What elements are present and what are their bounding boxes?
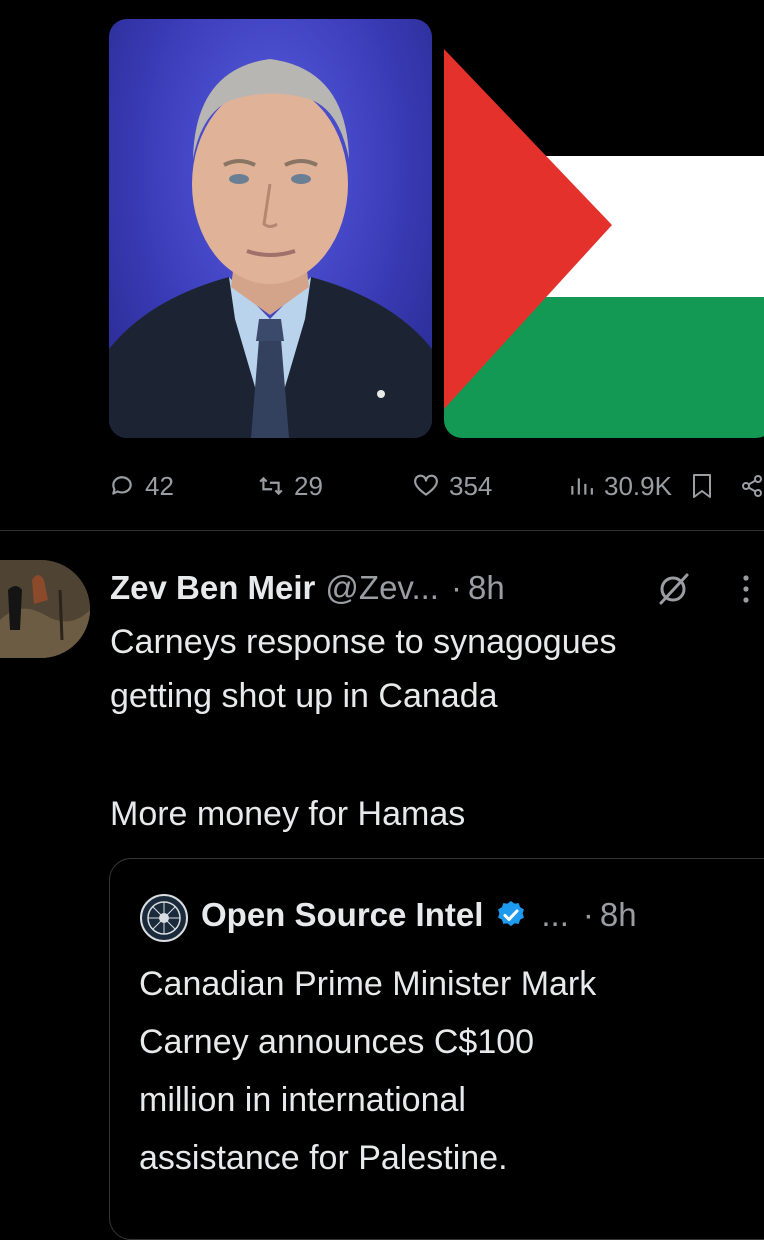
- share-icon: [742, 475, 762, 497]
- reply-count: 42: [145, 470, 174, 501]
- quoted-author-name[interactable]: Open Source Intel: [201, 896, 483, 934]
- repost-action[interactable]: 29: [258, 466, 323, 506]
- quoted-text-line: assistance for Palestine.: [139, 1139, 508, 1177]
- portrait-illustration: [109, 59, 432, 438]
- repost-icon: [259, 476, 283, 496]
- grok-icon: [659, 573, 689, 605]
- reply-text-line: Carneys response to synagogues: [110, 623, 617, 661]
- reply-text-line: getting shot up in Canada: [110, 677, 498, 715]
- media-image-portrait[interactable]: [109, 19, 432, 438]
- more-options-button[interactable]: [738, 572, 754, 606]
- like-icon: [414, 474, 438, 496]
- quoted-avatar[interactable]: [139, 893, 189, 943]
- intel-emblem-icon: [140, 894, 188, 942]
- avatar-photo: [0, 560, 90, 658]
- palestinian-flag: [444, 19, 764, 438]
- quoted-text-line: Carney announces C$100: [139, 1023, 535, 1061]
- more-icon: [743, 575, 749, 603]
- repost-count: 29: [294, 470, 323, 501]
- like-action[interactable]: 354: [413, 466, 492, 506]
- reply-action[interactable]: 42: [109, 466, 174, 506]
- verified-badge-icon: [498, 901, 525, 927]
- quoted-timestamp[interactable]: 8h: [600, 896, 637, 934]
- reply-author-name[interactable]: Zev Ben Meir: [110, 569, 315, 607]
- divider: [0, 530, 764, 531]
- reply-header: Zev Ben Meir @Zev... · 8h: [110, 566, 505, 610]
- avatar[interactable]: [0, 560, 90, 658]
- views-count: 30.9K: [604, 470, 672, 501]
- grok-button[interactable]: [656, 572, 690, 606]
- quoted-handle-truncated[interactable]: ...: [541, 896, 569, 934]
- reply-timestamp[interactable]: 8h: [468, 569, 505, 607]
- media-image-flag[interactable]: [444, 19, 764, 438]
- like-count: 354: [449, 470, 493, 501]
- quoted-header: Open Source Intel ... · 8h: [201, 893, 637, 937]
- bookmark-button[interactable]: [690, 473, 714, 499]
- share-button[interactable]: [740, 473, 764, 499]
- separator-dot: ·: [450, 569, 462, 606]
- views-icon: [571, 478, 593, 495]
- quoted-text-line: Canadian Prime Minister Mark: [139, 965, 597, 1003]
- quoted-text-line: million in international: [139, 1081, 466, 1119]
- reply-text-line: More money for Hamas: [110, 795, 466, 833]
- reply-author-handle[interactable]: @Zev...: [325, 569, 439, 607]
- separator-dot: ·: [582, 896, 594, 933]
- bookmark-icon: [693, 474, 711, 498]
- views-action[interactable]: 30.9K: [568, 466, 672, 506]
- reply-icon: [112, 476, 132, 495]
